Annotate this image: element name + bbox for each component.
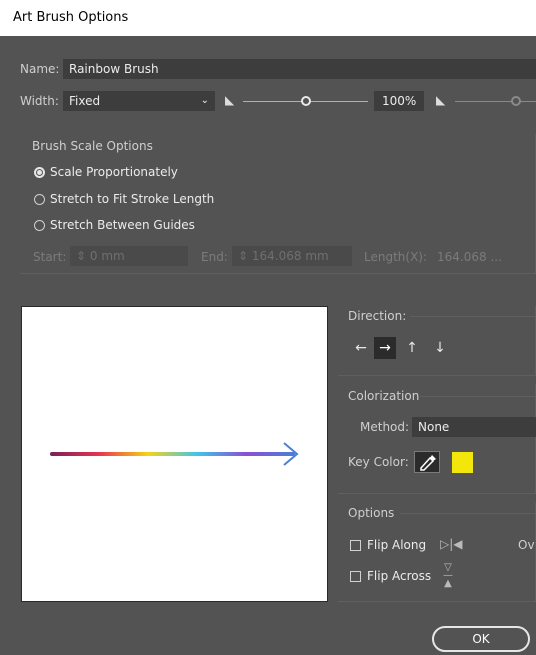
width-percent-input[interactable]: 100% [374, 91, 424, 111]
end-label: End: [201, 250, 228, 264]
width-label: Width: [20, 94, 59, 108]
brush-preview [21, 306, 328, 602]
end-input[interactable]: ⇕ 164.068 mm [232, 246, 352, 266]
stepper-icon: ⇕ [238, 249, 249, 263]
eyedropper-icon [420, 455, 436, 471]
width-dropdown-value: Fixed [69, 94, 101, 108]
stepper-icon: ⇕ [76, 249, 87, 263]
width-min-icon: ◣ [225, 93, 235, 107]
radio-scale-proportionately[interactable] [34, 167, 45, 178]
flip-along-label[interactable]: Flip Along [367, 538, 426, 552]
chevron-down-icon: ⌄ [200, 95, 209, 106]
options-title: Options [348, 506, 395, 520]
arrow-left-icon: ← [355, 340, 367, 356]
key-color-label: Key Color: [348, 455, 409, 469]
ok-button[interactable]: OK [432, 626, 530, 652]
ok-label: OK [472, 632, 490, 646]
name-input[interactable]: Rainbow Brush [63, 59, 536, 79]
flip-along-checkbox[interactable] [350, 540, 361, 551]
start-label: Start: [33, 250, 67, 264]
title-bar: Art Brush Options [0, 0, 536, 36]
colorization-title: Colorization [348, 389, 420, 403]
rainbow-arrow-preview [50, 442, 299, 466]
end-value: 164.068 mm [251, 249, 329, 263]
key-color-swatch[interactable] [452, 452, 473, 473]
radio-stretch-to-fit[interactable] [34, 194, 45, 205]
method-label: Method: [360, 420, 410, 434]
option-stretch-between-guides[interactable]: Stretch Between Guides [50, 218, 195, 232]
width-slider-knob[interactable] [301, 96, 311, 106]
option-stretch-to-fit[interactable]: Stretch to Fit Stroke Length [50, 192, 214, 206]
direction-label: Direction: [348, 309, 407, 323]
flip-along-icon: ▷|◀ [440, 537, 463, 551]
window-title: Art Brush Options [13, 10, 129, 25]
method-dropdown[interactable]: None [412, 417, 536, 437]
option-scale-proportionately[interactable]: Scale Proportionately [50, 165, 178, 179]
flip-across-label[interactable]: Flip Across [367, 569, 431, 583]
start-input[interactable]: ⇕ 0 mm [70, 246, 188, 266]
arrow-down-icon: ↓ [434, 340, 446, 356]
variation-slider-knob[interactable] [511, 96, 521, 106]
start-value: 0 mm [89, 249, 125, 263]
direction-left-button[interactable]: ← [350, 337, 372, 359]
eyedropper-button[interactable] [414, 451, 440, 473]
width-dropdown[interactable]: Fixed ⌄ [63, 91, 215, 111]
arrow-up-icon: ↑ [406, 340, 418, 356]
method-value: None [418, 420, 450, 434]
length-value: 164.068 ... [437, 250, 502, 264]
radio-stretch-between-guides[interactable] [34, 220, 45, 231]
brush-scale-title: Brush Scale Options [32, 139, 153, 153]
direction-divider [410, 316, 536, 317]
direction-right-button[interactable]: → [374, 337, 396, 359]
length-label: Length(X): [364, 250, 428, 264]
arrow-right-icon: → [379, 340, 391, 356]
colorization-divider [420, 396, 536, 397]
options-divider [400, 513, 536, 514]
flip-across-checkbox[interactable] [350, 571, 361, 582]
direction-down-button[interactable]: ↓ [429, 337, 451, 359]
overlap-label: Ov [518, 538, 535, 552]
name-label: Name: [20, 62, 60, 76]
width-variation-icon: ◣ [436, 93, 446, 107]
variation-slider-track[interactable] [455, 101, 536, 102]
direction-up-button[interactable]: ↑ [401, 337, 423, 359]
flip-across-icon: ▽ — ▲ [443, 562, 453, 589]
